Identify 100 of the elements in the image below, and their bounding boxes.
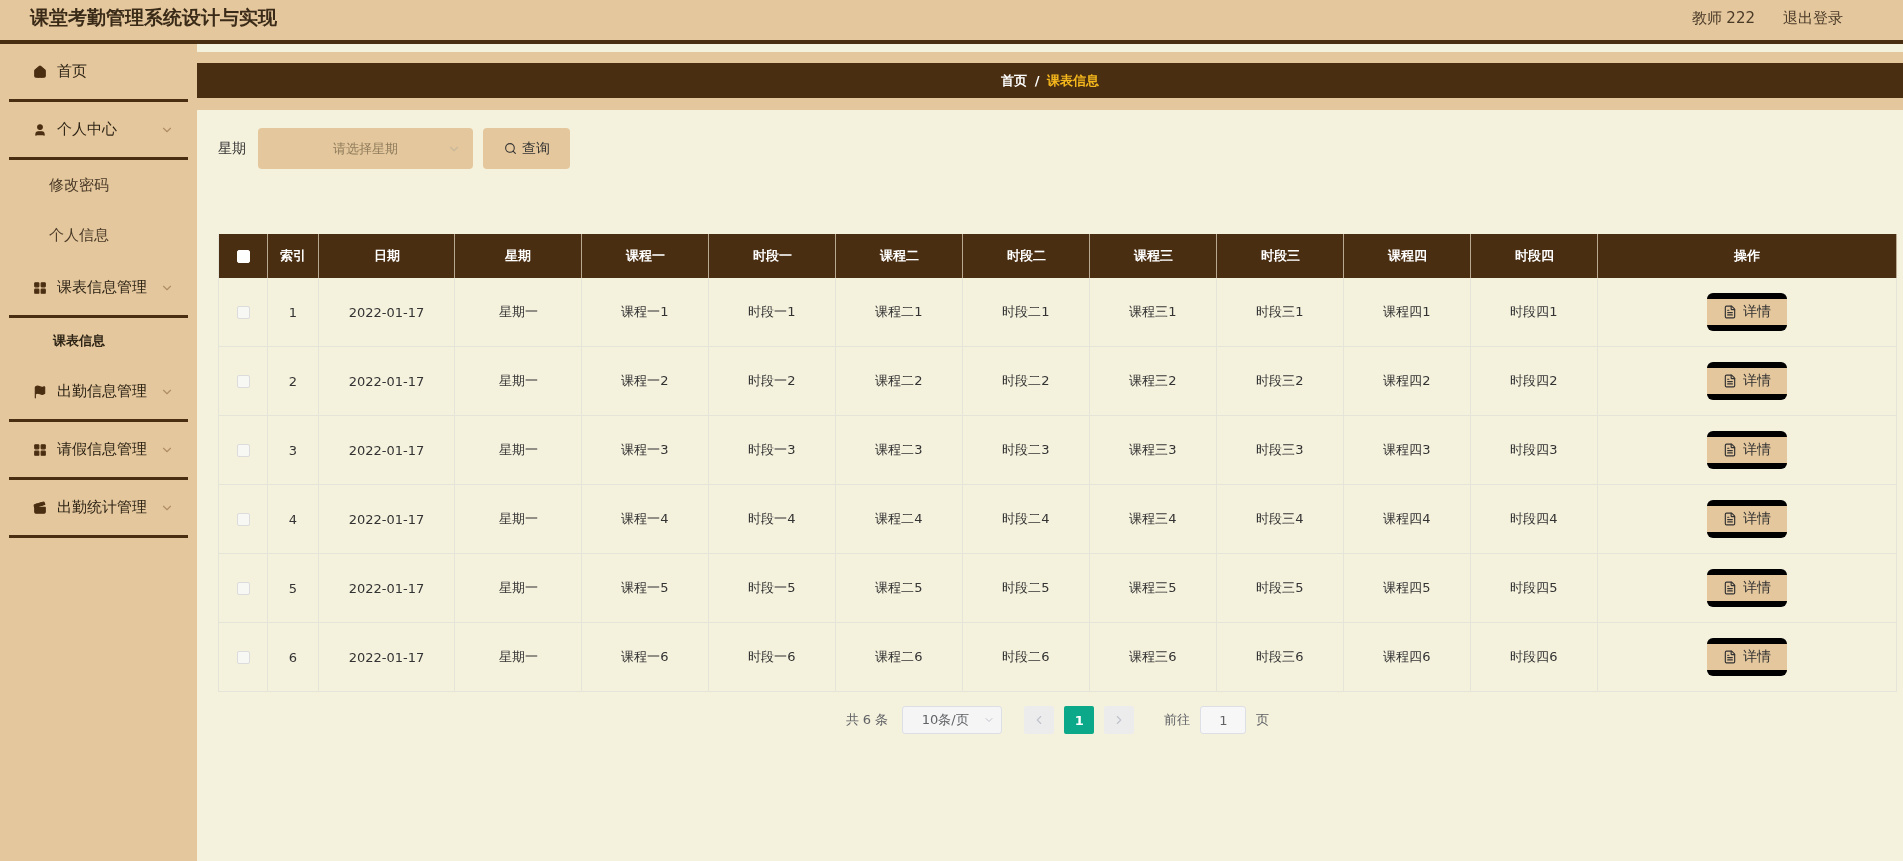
logout-link[interactable]: 退出登录 xyxy=(1783,8,1843,28)
table-cell: 时段二1 xyxy=(963,278,1090,347)
breadcrumb-link[interactable]: 首页 xyxy=(1000,71,1027,90)
table-cell: 时段三2 xyxy=(1217,347,1344,416)
table-cell: 课程一3 xyxy=(582,416,709,485)
table-cell: 2022-01-17 xyxy=(319,623,455,692)
table-cell: 时段四4 xyxy=(1471,485,1598,554)
row-checkbox[interactable] xyxy=(236,374,250,388)
table-cell: 4 xyxy=(268,485,319,554)
table-cell: 6 xyxy=(268,623,319,692)
table-cell: 课程二3 xyxy=(836,416,963,485)
row-checkbox[interactable] xyxy=(236,443,250,457)
table-cell: 课程四4 xyxy=(1344,485,1471,554)
column-header: 课程四 xyxy=(1344,234,1471,278)
table-cell: 时段三3 xyxy=(1217,416,1344,485)
menu-item[interactable]: 出勤信息管理 xyxy=(9,364,188,422)
table-cell: 课程四3 xyxy=(1344,416,1471,485)
table-cell: 课程一5 xyxy=(582,554,709,623)
table-cell: 课程一4 xyxy=(582,485,709,554)
detail-button[interactable]: 详情 xyxy=(1707,431,1787,469)
detail-button[interactable]: 详情 xyxy=(1707,638,1787,676)
table-cell: 星期一 xyxy=(455,623,582,692)
search-icon xyxy=(503,142,517,155)
detail-button[interactable]: 详情 xyxy=(1707,362,1787,400)
total-count: 共 6 条 xyxy=(845,711,889,729)
document-icon xyxy=(1723,443,1737,457)
table-cell: 星期一 xyxy=(455,554,582,623)
app-title: 课堂考勤管理系统设计与实现 xyxy=(30,5,277,30)
table-cell: 时段一2 xyxy=(709,347,836,416)
home-icon xyxy=(33,64,47,79)
menu-item[interactable]: 出勤统计管理 xyxy=(9,480,188,538)
table-cell: 时段二4 xyxy=(963,485,1090,554)
grid-icon xyxy=(33,280,47,295)
menu-item[interactable]: 个人中心 xyxy=(9,102,188,160)
table-cell: 星期一 xyxy=(455,278,582,347)
select-all-checkbox[interactable] xyxy=(236,249,250,263)
table-cell: 时段一4 xyxy=(709,485,836,554)
submenu-item[interactable]: 课表信息 xyxy=(9,318,188,364)
table-cell: 时段四3 xyxy=(1471,416,1598,485)
detail-button[interactable]: 详情 xyxy=(1707,569,1787,607)
column-header: 星期 xyxy=(455,234,582,278)
menu-item[interactable]: 首页 xyxy=(9,44,188,102)
table-cell: 课程二1 xyxy=(836,278,963,347)
table-cell: 星期一 xyxy=(455,485,582,554)
table-cell: 课程一2 xyxy=(582,347,709,416)
table-cell: 时段四1 xyxy=(1471,278,1598,347)
next-page-button[interactable] xyxy=(1104,706,1135,734)
table-cell: 课程二6 xyxy=(836,623,963,692)
table-cell: 课程二2 xyxy=(836,347,963,416)
column-header: 时段一 xyxy=(709,234,836,278)
column-header: 时段四 xyxy=(1471,234,1598,278)
column-header: 索引 xyxy=(268,234,319,278)
grid-icon xyxy=(33,442,47,457)
goto-page-input[interactable]: 1 xyxy=(1200,706,1247,734)
row-checkbox[interactable] xyxy=(236,650,250,664)
prev-page-button[interactable] xyxy=(1024,706,1055,734)
table-cell: 课程四1 xyxy=(1344,278,1471,347)
goto-label: 前往 xyxy=(1164,711,1191,729)
flag-icon xyxy=(33,384,47,399)
table-cell: 2022-01-17 xyxy=(319,554,455,623)
table-cell: 星期一 xyxy=(455,416,582,485)
goto-suffix: 页 xyxy=(1256,711,1270,729)
column-header: 操作 xyxy=(1598,234,1897,278)
row-checkbox[interactable] xyxy=(236,581,250,595)
table-cell: 时段一3 xyxy=(709,416,836,485)
column-header: 日期 xyxy=(319,234,455,278)
table-cell: 2022-01-17 xyxy=(319,278,455,347)
table-cell: 课程三6 xyxy=(1090,623,1217,692)
table-cell: 课程四6 xyxy=(1344,623,1471,692)
document-icon xyxy=(1723,305,1737,319)
detail-button[interactable]: 详情 xyxy=(1707,500,1787,538)
menu-item[interactable]: 课表信息管理 xyxy=(9,260,188,318)
column-header: 课程二 xyxy=(836,234,963,278)
breadcrumb-separator: / xyxy=(1034,73,1040,88)
column-header: 课程三 xyxy=(1090,234,1217,278)
breadcrumb-current: 课表信息 xyxy=(1047,71,1100,90)
query-button[interactable]: 查询 xyxy=(483,128,570,169)
row-checkbox[interactable] xyxy=(236,305,250,319)
submenu-item[interactable]: 个人信息 xyxy=(9,210,188,260)
menu-item[interactable]: 请假信息管理 xyxy=(9,422,188,480)
table-cell: 时段三5 xyxy=(1217,554,1344,623)
table-cell: 5 xyxy=(268,554,319,623)
table-cell: 课程四2 xyxy=(1344,347,1471,416)
page-size-select[interactable]: 10条/页 xyxy=(902,706,1003,734)
table-cell: 时段一5 xyxy=(709,554,836,623)
table-cell: 2022-01-17 xyxy=(319,485,455,554)
table-cell: 时段二5 xyxy=(963,554,1090,623)
row-checkbox[interactable] xyxy=(236,512,250,526)
submenu-item[interactable]: 修改密码 xyxy=(9,160,188,210)
detail-button[interactable]: 详情 xyxy=(1707,293,1787,331)
table-cell: 时段四5 xyxy=(1471,554,1598,623)
table-cell: 1 xyxy=(268,278,319,347)
document-icon xyxy=(1723,650,1737,664)
table-cell: 课程三4 xyxy=(1090,485,1217,554)
table-cell: 课程一1 xyxy=(582,278,709,347)
table-cell: 时段三6 xyxy=(1217,623,1344,692)
user-icon xyxy=(33,122,47,137)
table-cell: 时段二3 xyxy=(963,416,1090,485)
table-cell: 课程三3 xyxy=(1090,416,1217,485)
table-cell: 课程三2 xyxy=(1090,347,1217,416)
